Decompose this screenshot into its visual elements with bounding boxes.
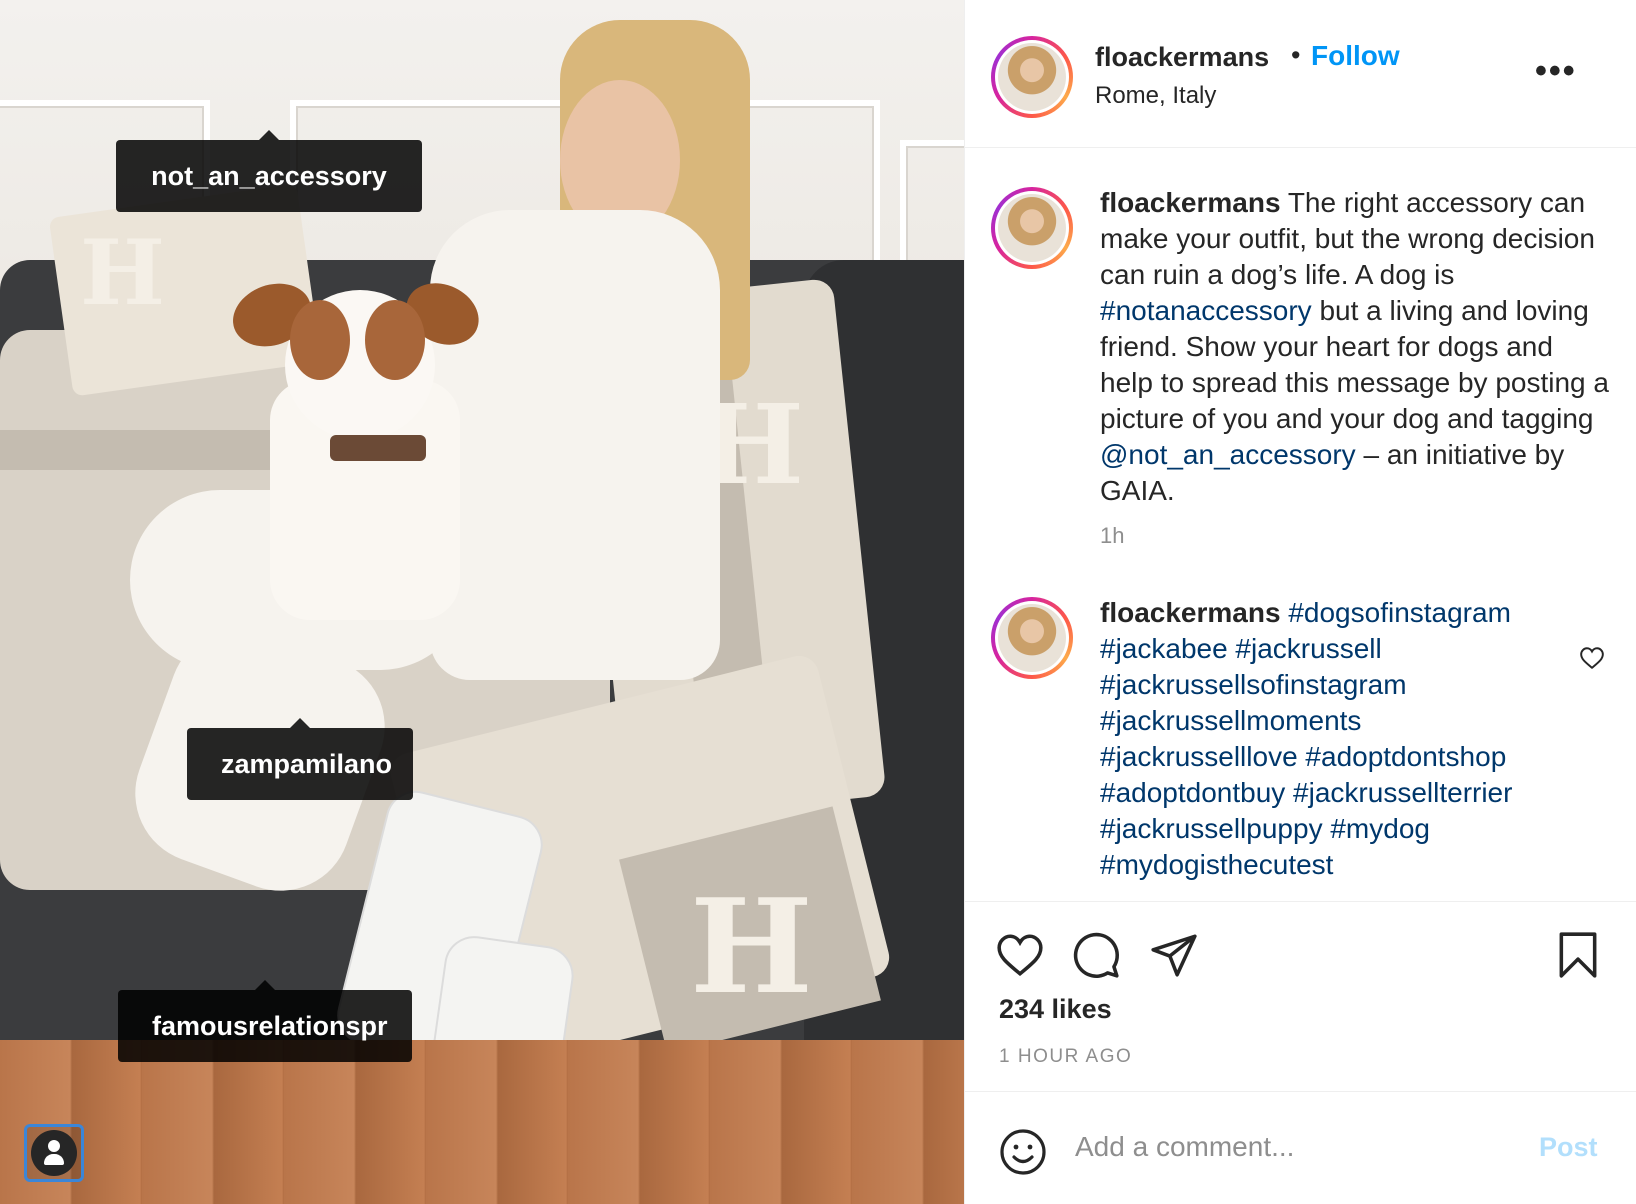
person-icon xyxy=(31,1130,77,1176)
comments-list[interactable]: floackermans The right accessory can mak… xyxy=(965,149,1636,901)
hashtag-link[interactable]: #notanaccessory xyxy=(1100,295,1312,326)
woman-blouse xyxy=(430,210,720,680)
separator-dot: • xyxy=(1291,40,1301,70)
profile-picture xyxy=(998,194,1066,262)
post-comment-button[interactable]: Post xyxy=(1539,1132,1598,1163)
caption-timestamp[interactable]: 1h xyxy=(1100,523,1124,549)
heart-icon[interactable] xyxy=(995,930,1045,980)
blanket-letter: H xyxy=(690,870,813,1023)
dog-patch xyxy=(365,300,425,380)
follow-button[interactable]: Follow xyxy=(1311,40,1400,72)
post-actions: 234 likes 1 HOUR AGO xyxy=(965,901,1636,1091)
caption-text: floackermans The right accessory can mak… xyxy=(1100,185,1610,509)
tagged-users-button[interactable] xyxy=(24,1124,84,1182)
post-sidebar: floackermans • Follow Rome, Italy ••• fl… xyxy=(964,0,1636,1204)
comment-input[interactable] xyxy=(1075,1122,1495,1172)
header-username[interactable]: floackermans xyxy=(1095,42,1269,73)
post-header: floackermans • Follow Rome, Italy ••• xyxy=(965,0,1636,148)
heart-icon[interactable] xyxy=(1579,645,1605,671)
photo-tag-zampamilano[interactable]: zampamilano xyxy=(187,718,413,800)
photo-tag-not-an-accessory[interactable]: not_an_accessory xyxy=(116,130,422,212)
comment-icon[interactable] xyxy=(1071,930,1121,980)
post-timestamp[interactable]: 1 HOUR AGO xyxy=(999,1046,1132,1068)
share-icon[interactable] xyxy=(1149,930,1199,980)
mention-link[interactable]: @not_an_accessory xyxy=(1100,439,1356,470)
blanket-letter: H xyxy=(80,220,166,326)
hashtag-links[interactable]: #dogsofinstagram #jackabee #jackrussell … xyxy=(1100,597,1512,880)
emoji-icon[interactable] xyxy=(999,1128,1047,1176)
caption-username[interactable]: floackermans xyxy=(1100,187,1281,218)
avatar[interactable] xyxy=(991,597,1073,679)
profile-picture xyxy=(998,43,1066,111)
profile-picture xyxy=(998,604,1066,672)
avatar[interactable] xyxy=(991,36,1073,118)
post-photo[interactable]: H H H not_an_accessory zampamilano famou… xyxy=(0,0,964,1204)
dog-patch xyxy=(290,300,350,380)
comment-username[interactable]: floackermans xyxy=(1100,597,1281,628)
add-comment-bar: Post xyxy=(965,1091,1636,1204)
avatar[interactable] xyxy=(991,187,1073,269)
photo-tag-famousrelationspr[interactable]: famousrelationspr xyxy=(118,980,412,1062)
wood-floor xyxy=(0,1040,964,1204)
location-link[interactable]: Rome, Italy xyxy=(1095,82,1216,110)
comment-text: floackermans #dogsofinstagram #jackabee … xyxy=(1100,595,1550,883)
more-options-icon[interactable]: ••• xyxy=(1535,52,1577,91)
dog-bowtie xyxy=(330,435,426,461)
bookmark-icon[interactable] xyxy=(1553,930,1603,980)
likes-count[interactable]: 234 likes xyxy=(999,994,1112,1025)
